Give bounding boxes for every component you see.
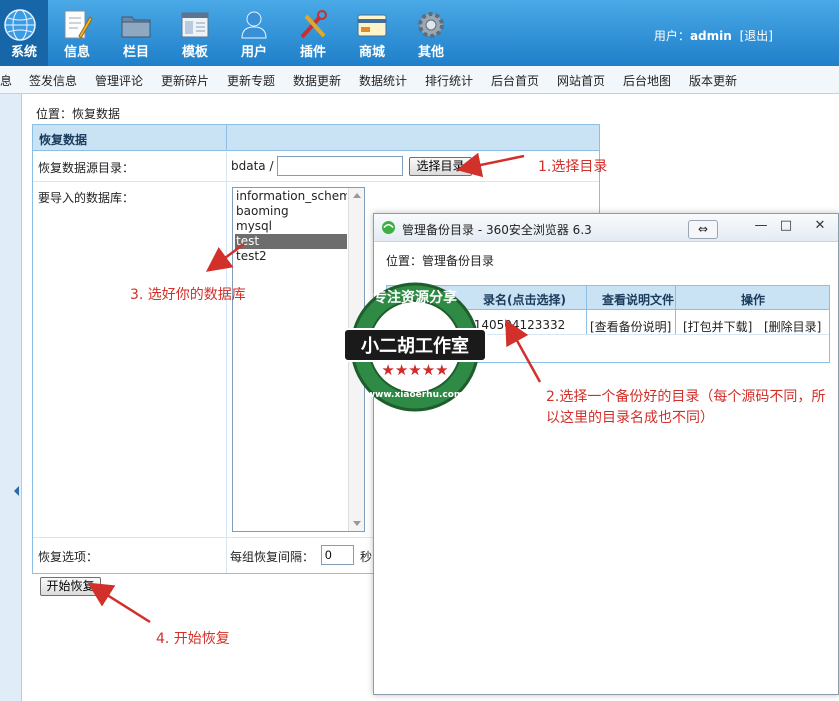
arrow-step4 <box>87 582 151 624</box>
annotation-arrows <box>87 152 542 624</box>
arrow-step3 <box>205 242 245 272</box>
arrow-step1 <box>456 152 525 178</box>
arrow-step2 <box>505 319 542 383</box>
